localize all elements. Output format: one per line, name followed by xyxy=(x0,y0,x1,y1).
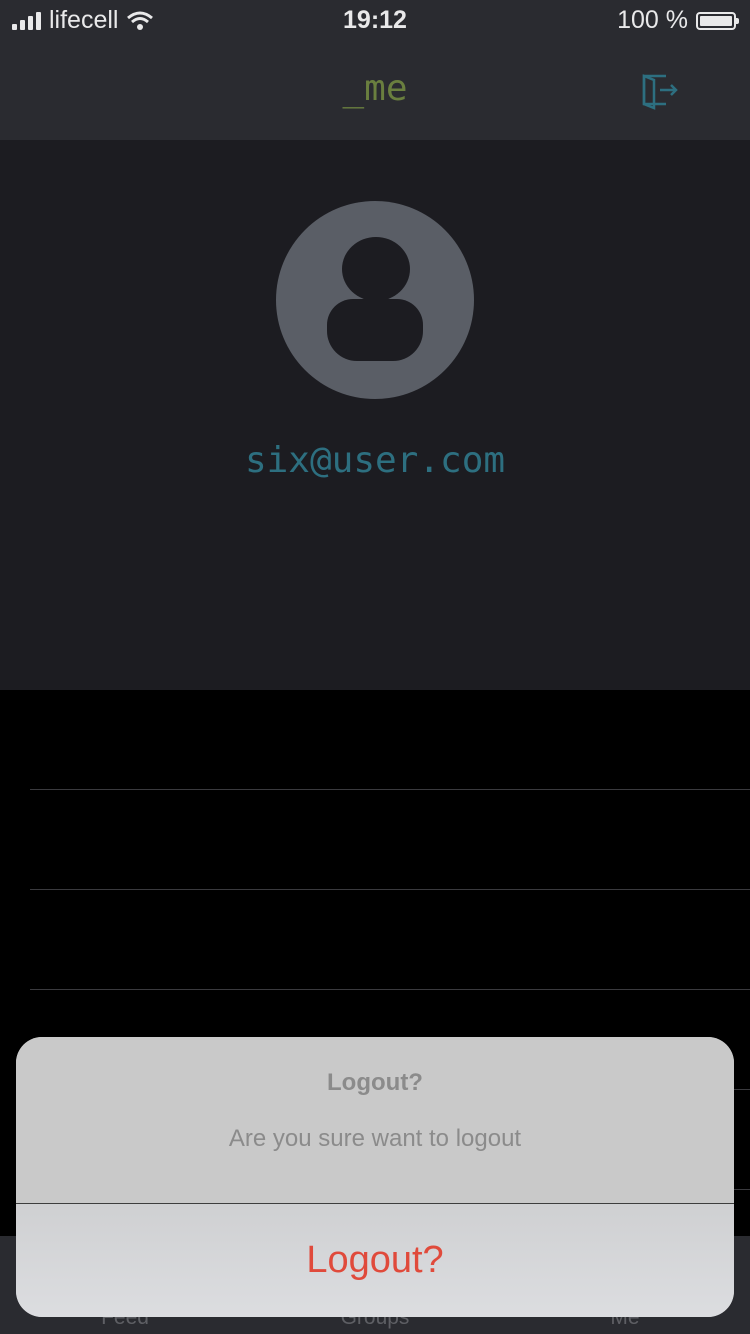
action-sheet-message: Are you sure want to logout xyxy=(228,1125,522,1152)
action-sheet-title: Logout? xyxy=(327,1069,423,1096)
action-sheet-header: Logout? Are you sure want to logout xyxy=(16,1037,734,1203)
logout-action-sheet: Logout? Are you sure want to logout Logo… xyxy=(16,1037,734,1317)
logout-confirm-button[interactable]: Logout? xyxy=(16,1204,734,1317)
